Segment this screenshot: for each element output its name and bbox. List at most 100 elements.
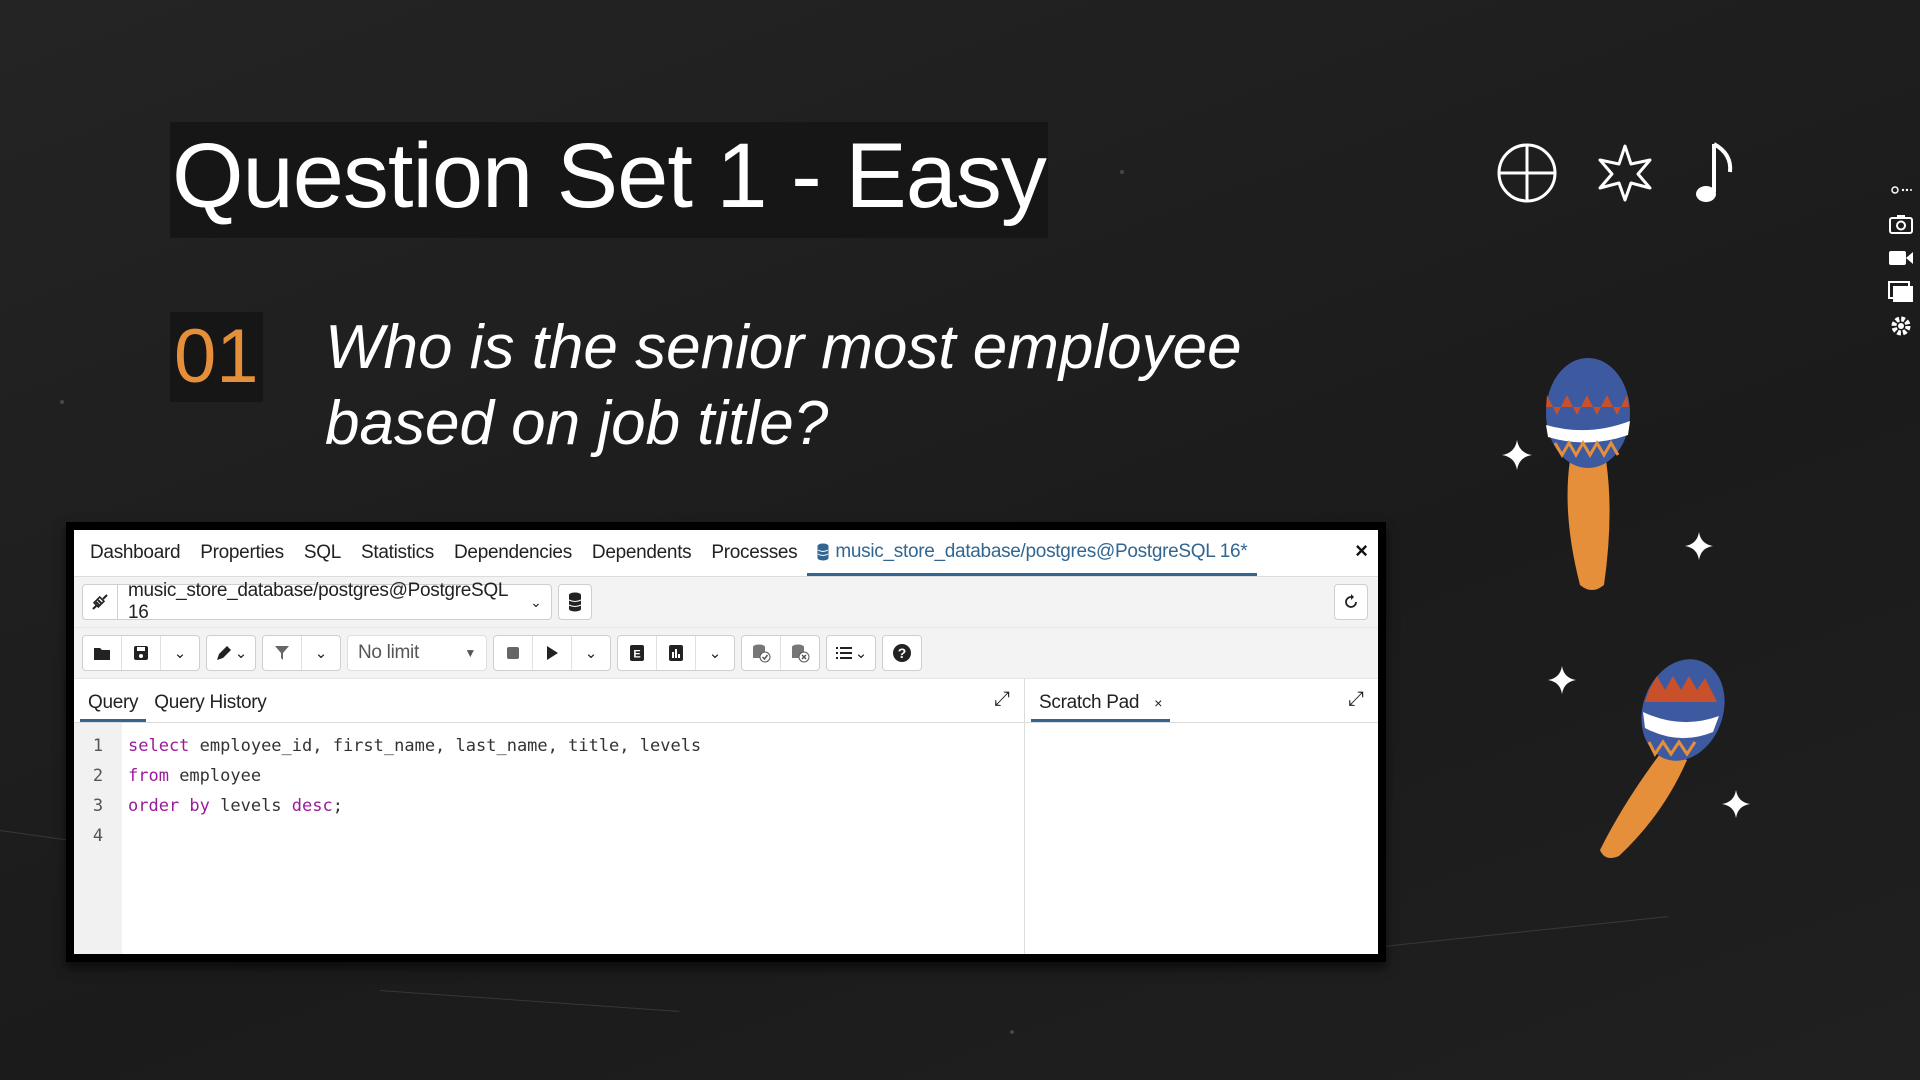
- gear-icon[interactable]: [1888, 314, 1914, 338]
- pgadmin-screenshot: Dashboard Properties SQL Statistics Depe…: [66, 522, 1386, 962]
- sparkle-icon: [1722, 790, 1750, 818]
- sql-keyword: select: [128, 736, 190, 756]
- rollback-button[interactable]: [781, 636, 819, 670]
- sql-keyword: order by: [128, 796, 210, 816]
- tab-query[interactable]: Query: [80, 692, 147, 722]
- tab-query-tool[interactable]: music_store_database/postgres@PostgreSQL…: [807, 530, 1258, 576]
- query-pane: Query Query History ⤢ 1 2 3 4 select emp…: [74, 678, 1025, 954]
- question-text: Who is the senior most employee based on…: [325, 310, 1305, 462]
- tab-dependencies[interactable]: Dependencies: [444, 530, 582, 576]
- explain-analyze-button[interactable]: [657, 636, 696, 670]
- pgadmin-query-tool: Dashboard Properties SQL Statistics Depe…: [74, 530, 1378, 954]
- row-limit-select[interactable]: No limit ▼: [348, 636, 486, 670]
- tab-dashboard[interactable]: Dashboard: [80, 530, 190, 576]
- line-numbers: 1 2 3 4: [74, 723, 122, 954]
- sql-text: employee: [168, 766, 262, 786]
- connection-name: music_store_database/postgres@PostgreSQL…: [128, 580, 508, 623]
- help-group: ?: [882, 635, 922, 671]
- close-panel-button[interactable]: ×: [1355, 538, 1368, 564]
- chevron-down-icon: ⌄: [708, 645, 722, 662]
- save-options-button[interactable]: ⌄: [161, 636, 199, 670]
- tab-scratch-pad[interactable]: Scratch Pad ×: [1031, 692, 1171, 722]
- question-number: 01: [170, 312, 263, 402]
- video-icon[interactable]: [1888, 246, 1914, 270]
- code-line: select employee_id, first_name, last_nam…: [128, 731, 701, 761]
- pen-icon[interactable]: [1888, 178, 1914, 202]
- code-lines: select employee_id, first_name, last_nam…: [122, 723, 701, 954]
- camera-icon[interactable]: [1888, 212, 1914, 236]
- pencil-icon: [216, 646, 231, 660]
- tab-statistics[interactable]: Statistics: [351, 530, 444, 576]
- tab-properties[interactable]: Properties: [190, 530, 294, 576]
- code-line: order by levels desc;: [128, 791, 701, 821]
- line-number: 3: [92, 796, 104, 816]
- list-icon: [835, 647, 852, 659]
- stop-icon: [507, 647, 519, 659]
- decorative-icons: [1496, 140, 1736, 206]
- sql-keyword: desc: [291, 796, 333, 816]
- sql-editor[interactable]: 1 2 3 4 select employee_id, first_name, …: [74, 723, 1024, 954]
- tab-processes[interactable]: Processes: [701, 530, 807, 576]
- new-connection-button[interactable]: [558, 584, 592, 620]
- chevron-down-icon: ⌄: [314, 645, 328, 662]
- commit-button[interactable]: [742, 636, 781, 670]
- row-limit-value: No limit: [358, 642, 419, 663]
- chevron-down-icon: ⌄: [854, 645, 868, 662]
- globe-icon: [1497, 143, 1557, 203]
- sql-text: levels: [209, 796, 292, 816]
- save-file-button[interactable]: [122, 636, 161, 670]
- refresh-button[interactable]: [1334, 584, 1368, 620]
- connection-status-icon: [83, 585, 118, 619]
- connection-bar: music_store_database/postgres@PostgreSQL…: [74, 577, 1378, 628]
- tab-sql[interactable]: SQL: [294, 530, 351, 576]
- close-icon[interactable]: ×: [1154, 695, 1162, 711]
- scratch-pad-pane: Scratch Pad × ⤢: [1025, 678, 1378, 954]
- expand-icon[interactable]: ⤢: [994, 688, 1010, 711]
- filter-options-button[interactable]: ⌄: [302, 636, 340, 670]
- edit-button[interactable]: ⌄: [207, 636, 255, 670]
- query-subtabs: Query Query History ⤢: [74, 678, 1024, 723]
- slide-title: Question Set 1 - Easy: [170, 122, 1048, 238]
- stop-button[interactable]: [494, 636, 533, 670]
- file-group: ⌄: [82, 635, 200, 671]
- window-icon[interactable]: [1888, 280, 1914, 304]
- background-speck: [1120, 170, 1124, 174]
- query-toolbar: ⌄ ⌄ ⌄ No limit ▼ ⌄ E ⌄ ⌄ ?: [74, 628, 1378, 679]
- macros-button[interactable]: ⌄: [827, 636, 875, 670]
- execute-options-button[interactable]: ⌄: [572, 636, 610, 670]
- tab-dependents[interactable]: Dependents: [582, 530, 701, 576]
- panel-tabbar: Dashboard Properties SQL Statistics Depe…: [74, 530, 1378, 577]
- explain-button[interactable]: E: [618, 636, 657, 670]
- rollback-icon: [792, 644, 810, 663]
- side-toolbar: [1886, 178, 1916, 338]
- help-button[interactable]: ?: [883, 636, 921, 670]
- commit-icon: [753, 644, 771, 663]
- execute-button[interactable]: [533, 636, 572, 670]
- help-icon: ?: [893, 644, 911, 662]
- chevron-down-icon: ⌄: [584, 645, 598, 662]
- code-line: from employee: [128, 761, 701, 791]
- explain-options-button[interactable]: ⌄: [696, 636, 734, 670]
- explain-group: E ⌄: [617, 635, 735, 671]
- expand-icon[interactable]: ⤢: [1348, 688, 1364, 711]
- sparkle-icon: [1548, 666, 1576, 694]
- sql-text: employee_id, first_name, last_name, titl…: [189, 736, 702, 756]
- database-icon: [817, 543, 829, 560]
- editor-panes: Query Query History ⤢ 1 2 3 4 select emp…: [74, 678, 1378, 954]
- question-line-1: Who is the senior most employee: [325, 313, 1242, 382]
- line-number: 1: [92, 736, 104, 756]
- tab-query-history[interactable]: Query History: [146, 692, 274, 722]
- sparkle-icon: [1685, 532, 1713, 560]
- background-speck: [60, 400, 64, 404]
- connection-select[interactable]: music_store_database/postgres@PostgreSQL…: [82, 580, 552, 623]
- caret-down-icon: ▼: [464, 646, 476, 660]
- save-icon: [134, 646, 148, 660]
- refresh-icon: [1345, 594, 1357, 608]
- maraca-icon: [1546, 358, 1630, 590]
- explain-icon: E: [630, 645, 644, 661]
- filter-button[interactable]: [263, 636, 302, 670]
- open-file-button[interactable]: [83, 636, 122, 670]
- filter-group: ⌄: [262, 635, 341, 671]
- question-line-2: based on job title?: [325, 389, 829, 458]
